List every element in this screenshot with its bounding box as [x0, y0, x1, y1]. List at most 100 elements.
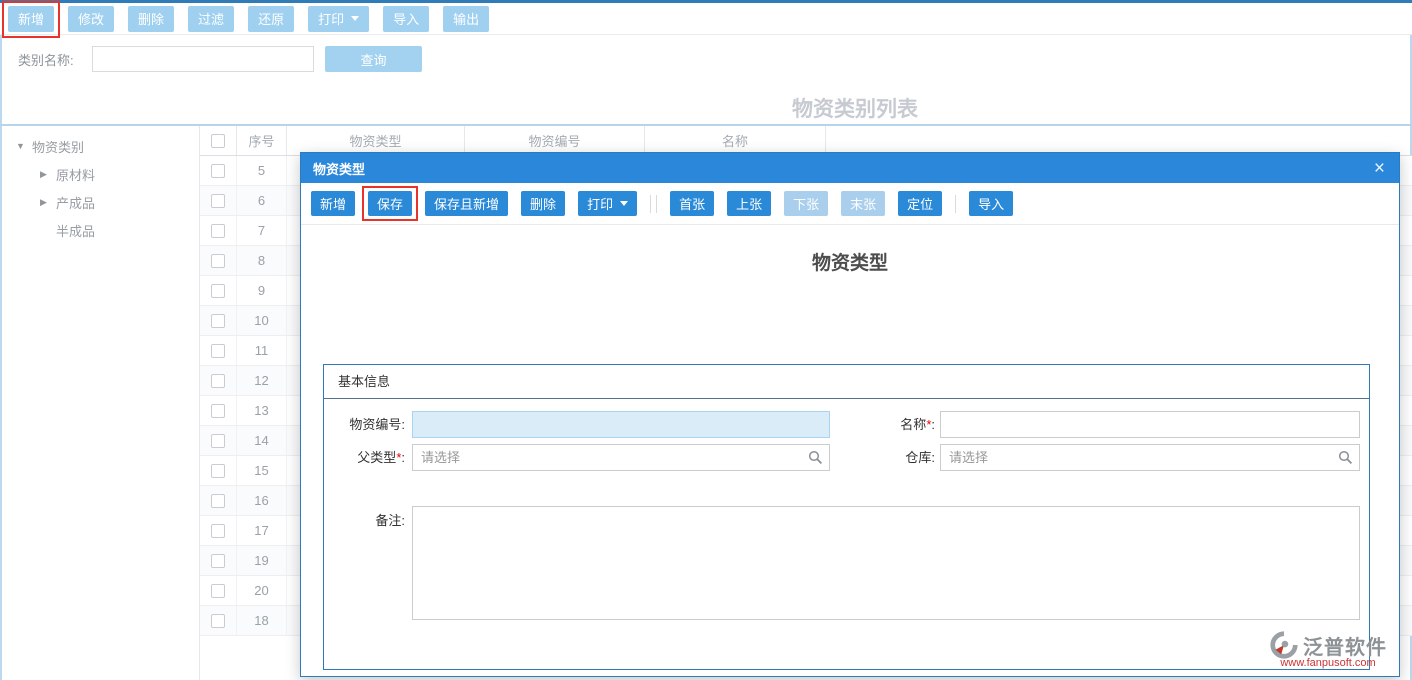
app-window: 新增修改删除过滤还原打印导入输出 类别名称: 查询 物资类别列表 ▼物资类别▶原…: [0, 0, 1412, 680]
row-checkbox-cell: [200, 336, 237, 365]
top-toolbar: 新增修改删除过滤还原打印导入输出: [0, 3, 1412, 35]
warehouse-label-text: 仓库: [905, 450, 931, 465]
remarks-textarea[interactable]: [412, 506, 1360, 620]
parent-type-input[interactable]: [412, 444, 830, 471]
row-seq-cell: 7: [237, 216, 287, 245]
row-seq-cell: 19: [237, 546, 287, 575]
material-type-modal: 物资类型 × 新增保存保存且新增删除打印首张上张下张末张定位导入 物资类型 基本…: [300, 152, 1400, 677]
query-button[interactable]: 查询: [325, 46, 422, 72]
row-checkbox-cell: [200, 576, 237, 605]
modal-toolbar-button-wrap-import: 导入: [969, 191, 1013, 216]
print-button[interactable]: 打印: [308, 6, 369, 32]
row-seq-cell: 18: [237, 606, 287, 635]
modal-prev-button[interactable]: 上张: [727, 191, 771, 216]
tree-item-label: 原材料: [56, 165, 95, 184]
modal-save-and-add-button[interactable]: 保存且新增: [425, 191, 508, 216]
row-seq-cell: 11: [237, 336, 287, 365]
warehouse-input[interactable]: [940, 444, 1360, 471]
row-checkbox[interactable]: [211, 314, 225, 328]
row-checkbox[interactable]: [211, 584, 225, 598]
name-label-text: 名称: [900, 417, 926, 432]
toolbar-button-wrap-print: 打印: [308, 6, 369, 32]
caret-down-icon: [351, 16, 359, 21]
row-checkbox[interactable]: [211, 374, 225, 388]
row-seq-cell: 12: [237, 366, 287, 395]
modal-first-button[interactable]: 首张: [670, 191, 714, 216]
modal-add-button[interactable]: 新增: [311, 191, 355, 216]
category-name-input[interactable]: [92, 46, 314, 72]
row-checkbox[interactable]: [211, 554, 225, 568]
select-all-checkbox[interactable]: [211, 134, 225, 148]
material-no-input[interactable]: [412, 411, 830, 438]
tree-item-semi-finished-product[interactable]: 半成品: [0, 216, 199, 244]
row-seq-cell: 6: [237, 186, 287, 215]
material-no-label: 物资编号:: [324, 411, 405, 438]
add-button[interactable]: 新增: [8, 6, 54, 32]
row-checkbox-cell: [200, 186, 237, 215]
row-checkbox-cell: [200, 456, 237, 485]
name-input[interactable]: [940, 411, 1360, 438]
warehouse-select[interactable]: [940, 444, 1360, 471]
tree-item-label: 产成品: [56, 193, 95, 212]
row-checkbox-cell: [200, 606, 237, 635]
restore-button[interactable]: 还原: [248, 6, 294, 32]
modal-delete-button[interactable]: 删除: [521, 191, 565, 216]
basic-info-fieldset: 基本信息 物资编号: 名称*: 父类型*:: [323, 364, 1370, 670]
watermark: 泛普软件 www.fanpusoft.com: [1269, 630, 1387, 669]
row-checkbox[interactable]: [211, 284, 225, 298]
filter-button[interactable]: 过滤: [188, 6, 234, 32]
category-name-label: 类别名称:: [18, 50, 74, 69]
modal-toolbar: 新增保存保存且新增删除打印首张上张下张末张定位导入: [301, 183, 1399, 225]
row-checkbox-cell: [200, 426, 237, 455]
toolbar-button-wrap-import: 导入: [383, 6, 429, 32]
parent-type-select[interactable]: [412, 444, 830, 471]
export-button[interactable]: 输出: [443, 6, 489, 32]
modal-save-button[interactable]: 保存: [368, 191, 412, 216]
row-checkbox[interactable]: [211, 494, 225, 508]
modal-toolbar-button-wrap-save-and-add: 保存且新增: [425, 191, 508, 216]
delete-button[interactable]: 删除: [128, 6, 174, 32]
row-checkbox[interactable]: [211, 614, 225, 628]
row-checkbox[interactable]: [211, 224, 225, 238]
row-checkbox[interactable]: [211, 164, 225, 178]
row-checkbox[interactable]: [211, 524, 225, 538]
row-checkbox[interactable]: [211, 464, 225, 478]
toolbar-button-wrap-filter: 过滤: [188, 6, 234, 32]
tree-item-material-category[interactable]: ▼物资类别: [0, 132, 199, 160]
modal-body-title: 物资类型: [301, 248, 1399, 275]
modal-toolbar-button-wrap-add: 新增: [311, 191, 355, 216]
search-icon[interactable]: [808, 450, 823, 465]
row-seq-cell: 8: [237, 246, 287, 275]
row-seq-cell: 5: [237, 156, 287, 185]
row-seq-cell: 14: [237, 426, 287, 455]
modal-print-button[interactable]: 打印: [578, 191, 637, 216]
toolbar-separator: [955, 195, 956, 213]
row-checkbox[interactable]: [211, 404, 225, 418]
modal-import-button[interactable]: 导入: [969, 191, 1013, 216]
close-icon[interactable]: ×: [1374, 153, 1385, 183]
modal-body: 物资类型 基本信息 物资编号: 名称*: 父类型*:: [301, 225, 1399, 677]
name-label: 名称*:: [844, 411, 935, 438]
row-checkbox[interactable]: [211, 434, 225, 448]
modal-locate-button[interactable]: 定位: [898, 191, 942, 216]
toolbar-button-wrap-delete: 删除: [128, 6, 174, 32]
row-checkbox[interactable]: [211, 254, 225, 268]
search-icon[interactable]: [1338, 450, 1353, 465]
row-checkbox[interactable]: [211, 344, 225, 358]
tree-item-label: 半成品: [56, 221, 95, 240]
toolbar-button-wrap-add: 新增: [8, 6, 54, 32]
triangle-down-icon[interactable]: ▼: [16, 141, 32, 151]
basic-info-legend: 基本信息: [324, 365, 1369, 399]
edit-button[interactable]: 修改: [68, 6, 114, 32]
triangle-right-icon[interactable]: ▶: [40, 197, 56, 208]
tree-item-finished-product[interactable]: ▶产成品: [0, 188, 199, 216]
modal-toolbar-button-wrap-delete: 删除: [521, 191, 565, 216]
column-header-2: 物资类型: [287, 126, 465, 155]
row-checkbox-cell: [200, 306, 237, 335]
tree-item-raw-material[interactable]: ▶原材料: [0, 160, 199, 188]
triangle-right-icon[interactable]: ▶: [40, 169, 56, 180]
row-checkbox-cell: [200, 486, 237, 515]
row-checkbox-cell: [200, 216, 237, 245]
import-button[interactable]: 导入: [383, 6, 429, 32]
row-checkbox[interactable]: [211, 194, 225, 208]
